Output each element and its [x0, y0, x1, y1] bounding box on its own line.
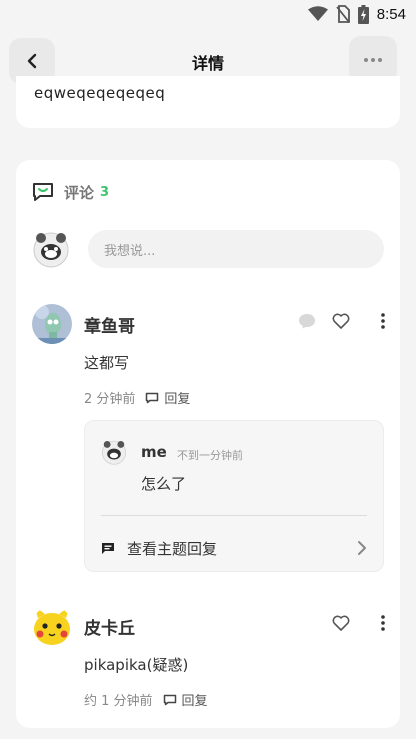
more-horizontal-icon: [364, 58, 382, 62]
battery-charging-icon: [357, 4, 369, 24]
comment-input[interactable]: 我想说...: [88, 230, 384, 268]
comment-input-placeholder: 我想说...: [104, 243, 156, 259]
comment-text: pikapika(疑惑): [84, 656, 189, 674]
comment-meta: 2 分钟前 回复: [84, 388, 190, 407]
comment-time: 2 分钟前: [84, 392, 136, 407]
avatar[interactable]: [32, 304, 72, 344]
heart-icon: [332, 313, 350, 329]
reply-icon: [163, 694, 176, 705]
reply-time: 不到一分钟前: [177, 449, 243, 462]
post-text: eqweqeqeqeqeq: [34, 84, 166, 102]
more-vertical-icon: [381, 313, 385, 329]
heart-icon: [332, 615, 350, 631]
my-avatar[interactable]: [32, 230, 70, 268]
divider: [101, 515, 367, 516]
avatar-panda-icon: [33, 232, 69, 268]
avatar-pikachu-icon: [32, 606, 72, 646]
like-button[interactable]: [330, 612, 352, 634]
comment-author[interactable]: 皮卡丘: [84, 614, 135, 639]
avatar-panda-icon: [102, 440, 126, 465]
reply-link-label: 回复: [181, 694, 208, 709]
comment-time: 约 1 分钟前: [84, 694, 153, 709]
reply-link-label: 回复: [164, 392, 191, 407]
reply-link[interactable]: 回复: [163, 690, 208, 709]
reply-thread: me 不到一分钟前 怎么了 查看主题回复: [84, 420, 384, 572]
comments-count: 3: [100, 184, 110, 200]
comment-author[interactable]: 章鱼哥: [84, 312, 135, 337]
comment-meta: 约 1 分钟前 回复: [84, 690, 208, 709]
comments-title: 评论: [64, 183, 95, 202]
chevron-right-icon: [358, 541, 366, 555]
status-bar: 8:54: [0, 0, 416, 28]
reply-text: 怎么了: [141, 475, 187, 493]
comment-section-icon: [33, 183, 53, 201]
more-vertical-icon: [381, 615, 385, 631]
message-square-icon: [102, 542, 114, 554]
wifi-icon: [307, 6, 328, 21]
avatar-squidward-icon: [32, 304, 72, 344]
reply-avatar[interactable]: [101, 439, 127, 465]
status-time: 8:54: [376, 5, 406, 23]
no-sim-icon: [336, 5, 350, 23]
comment-text: 这都写: [84, 354, 130, 372]
comments-section: 评论 3 我想说... 章鱼哥 这都写 2 分钟前 回复 me 不到一分钟前 怎…: [16, 160, 400, 728]
like-button[interactable]: [330, 310, 352, 332]
comment-item: 皮卡丘 pikapika(疑惑) 约 1 分钟前 回复: [32, 606, 385, 716]
post-card: eqweqeqeqeqeq: [16, 76, 400, 128]
reply-link[interactable]: 回复: [145, 388, 190, 407]
comment-menu-button[interactable]: [372, 310, 394, 332]
view-thread-button[interactable]: 查看主题回复: [101, 537, 367, 559]
view-thread-label: 查看主题回复: [127, 539, 218, 558]
reply-action-button[interactable]: [296, 310, 318, 332]
reply-author[interactable]: me: [141, 443, 167, 461]
comment-menu-button[interactable]: [372, 612, 394, 634]
comments-header: 评论 3: [32, 180, 109, 204]
chat-bubble-icon: [299, 314, 315, 329]
reply-icon: [146, 392, 159, 403]
avatar[interactable]: [32, 606, 72, 646]
